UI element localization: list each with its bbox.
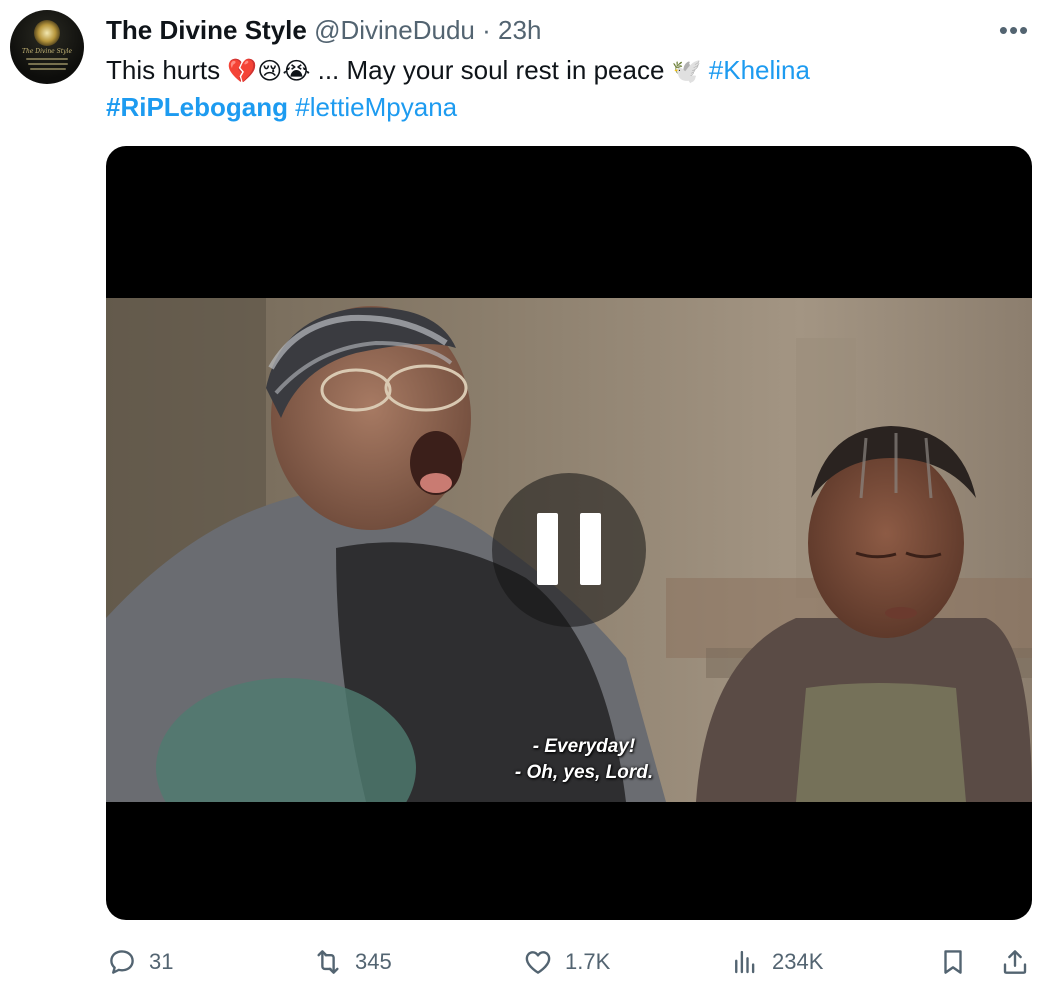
- share-button[interactable]: [1000, 942, 1030, 982]
- repost-button[interactable]: 345: [313, 942, 392, 982]
- avatar-text-line: [30, 68, 66, 70]
- avatar-brand-text: The Divine Style: [21, 48, 73, 55]
- pause-button[interactable]: [492, 473, 646, 627]
- subtitle-line-2: - Oh, yes, Lord.: [514, 762, 654, 783]
- subtitle-line-1: - Everyday!: [532, 736, 636, 757]
- avatar-emblem: [34, 20, 60, 46]
- loudly-crying-face-emoji: 😭: [282, 57, 311, 85]
- like-button[interactable]: 1.7K: [523, 942, 610, 982]
- tweet-text-middle: ... May your soul rest in peace: [317, 55, 665, 85]
- views-icon: [735, 950, 755, 974]
- share-icon: [1003, 950, 1027, 974]
- header-separator: ·: [482, 15, 491, 45]
- hashtag-khelina[interactable]: #Khelina: [709, 55, 810, 85]
- video-player[interactable]: - Everyday! - Oh, yes, Lord.: [106, 146, 1032, 920]
- like-count: 1.7K: [565, 949, 611, 974]
- repost-count: 345: [355, 949, 392, 974]
- views-button[interactable]: 234K: [730, 942, 823, 982]
- tweet-text-start: This hurts: [106, 55, 221, 85]
- dove-emoji: 🕊️: [671, 57, 702, 85]
- tweet-timestamp[interactable]: 23h: [498, 15, 541, 45]
- author-handle[interactable]: @DivineDudu: [314, 15, 475, 45]
- tweet-actions: 31 345 1.7K 234K: [0, 942, 1048, 982]
- author-name[interactable]: The Divine Style: [106, 15, 307, 45]
- bookmark-icon: [944, 950, 962, 974]
- crying-face-emoji: 😢: [257, 57, 283, 85]
- tweet-header: The Divine Style @DivineDudu · 23h: [106, 14, 541, 46]
- avatar-text-line: [28, 63, 68, 65]
- pause-icon: [537, 513, 558, 585]
- avatar-text-line: [26, 58, 68, 60]
- reply-count: 31: [149, 949, 174, 974]
- video-subtitles: - Everyday! - Oh, yes, Lord.: [106, 734, 1032, 786]
- hashtag-riplebogang[interactable]: #RiPLebogang: [106, 92, 288, 122]
- bookmark-button[interactable]: [938, 942, 968, 982]
- hashtag-lettiempyana[interactable]: #lettieMpyana: [295, 92, 457, 122]
- reply-icon: [110, 950, 134, 974]
- tweet-text: This hurts 💔😢😭 ... May your soul rest in…: [106, 52, 1026, 125]
- avatar[interactable]: The Divine Style: [10, 10, 84, 84]
- reply-button[interactable]: 31: [107, 942, 173, 982]
- broken-heart-emoji: 💔: [227, 57, 258, 85]
- views-count: 234K: [772, 949, 824, 974]
- heart-icon: [525, 951, 551, 974]
- repost-icon: [317, 950, 339, 974]
- pause-icon: [580, 513, 601, 585]
- more-options-button[interactable]: •••: [994, 17, 1034, 43]
